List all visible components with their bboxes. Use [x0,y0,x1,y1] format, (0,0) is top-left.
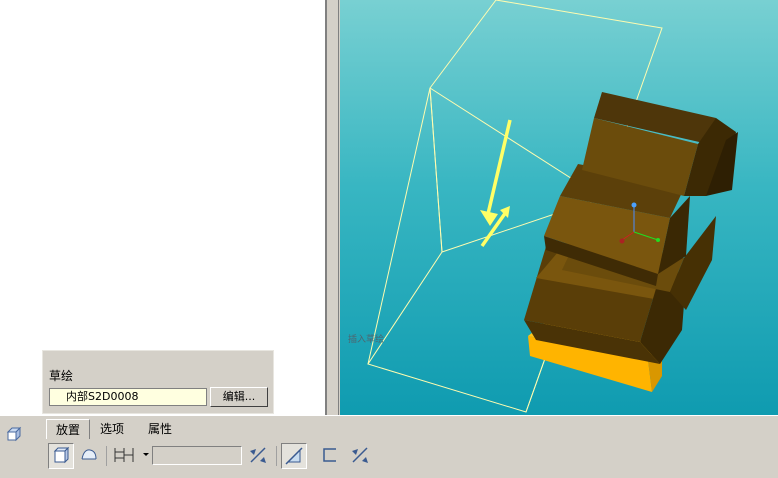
splitter-edge [338,0,339,415]
tab-placement[interactable]: 放置 [46,419,90,439]
model-blocks [524,92,738,364]
blind-depth-icon [114,448,134,462]
tab-options[interactable]: 选项 [92,419,132,439]
flip-thicken-button[interactable] [348,443,372,469]
model-view [367,0,738,413]
surface-icon [81,449,97,460]
toolbar-separator [106,446,107,466]
edit-sketch-button[interactable]: 编辑... [210,387,268,407]
remove-material-icon [285,447,303,465]
extrude-direction-arrows [480,119,512,248]
viewport-label: 插入草绘 [348,335,385,345]
panel-splitter[interactable] [326,0,340,415]
tab-properties[interactable]: 属性 [140,419,180,439]
depth-option-dropdown[interactable] [141,443,151,469]
sketch-section-field[interactable]: 内部S2D0008 [49,388,207,406]
flip-thicken-icon [352,447,368,463]
extrude-surface-button[interactable] [78,443,102,469]
depth-value-input[interactable] [152,446,242,465]
sketch-title: 草绘 [49,369,74,383]
toolbar-separator [276,446,277,466]
splitter-edge [326,0,327,415]
flip-direction-icon [250,447,266,463]
graphics-viewport[interactable]: 插入草绘 [340,0,778,415]
remove-material-button[interactable] [281,443,307,469]
depth-option-button[interactable] [112,443,140,469]
extrude-feature-icon [6,426,22,442]
flip-direction-button[interactable] [246,443,270,469]
sketch-placement-panel: 草绘 内部S2D0008 编辑... [42,350,274,414]
solid-icon [53,446,70,464]
thicken-sketch-button[interactable] [318,443,342,469]
thicken-icon [323,448,336,462]
extrude-solid-button[interactable] [48,443,74,469]
chevron-down-icon [143,453,149,456]
